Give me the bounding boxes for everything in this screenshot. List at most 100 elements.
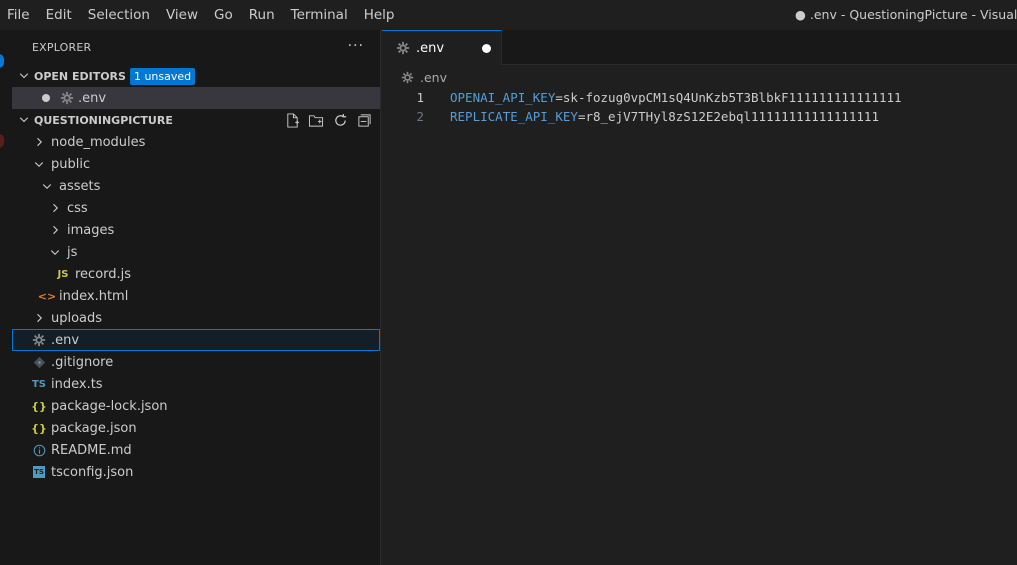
editor-tab-bar: .env: [382, 30, 1017, 65]
tree-item-label: images: [67, 222, 115, 238]
unsaved-badge: 1 unsaved: [129, 67, 196, 85]
file-index-ts[interactable]: TS index.ts: [12, 373, 380, 395]
breadcrumb-file[interactable]: .env: [420, 70, 447, 85]
activity-bar: [0, 30, 12, 565]
explorer-actions: [284, 112, 372, 128]
chevron-down-icon: [16, 112, 32, 128]
open-editor-label: .env: [78, 90, 107, 106]
code-line[interactable]: 2 REPLICATE_API_KEY=r8_ejV7THyl8zS12E2eb…: [382, 107, 1017, 126]
code-editor[interactable]: 1 OPENAI_API_KEY=sk-fozug0vpCM1sQ4UnKzb5…: [382, 88, 1017, 565]
folder-images[interactable]: images: [12, 219, 380, 241]
menu-bar: File Edit Selection View Go Run Terminal…: [0, 0, 402, 30]
env-value: sk-fozug0vpCM1sQ4UnKzb5T3BlbkF1111111111…: [562, 90, 902, 105]
new-folder-icon[interactable]: [308, 112, 324, 128]
menu-terminal[interactable]: Terminal: [283, 0, 356, 30]
file-package-lock-json[interactable]: {} package-lock.json: [12, 395, 380, 417]
activity-indicator-secondary[interactable]: [0, 134, 4, 148]
tree-item-label: css: [67, 200, 88, 216]
folder-public[interactable]: public: [12, 153, 380, 175]
tree-item-label: package.json: [51, 420, 137, 436]
env-key: OPENAI_API_KEY: [450, 90, 556, 105]
file-tsconfig-json[interactable]: TS tsconfig.json: [12, 461, 380, 483]
chevron-right-icon: [47, 222, 63, 238]
folder-js[interactable]: js: [12, 241, 380, 263]
menu-selection[interactable]: Selection: [80, 0, 158, 30]
tree-item-label: .gitignore: [51, 354, 114, 370]
tree-item-label: .env: [51, 332, 80, 348]
chevron-down-icon: [31, 156, 47, 172]
explorer-header: EXPLORER ···: [12, 30, 380, 65]
project-header[interactable]: QUESTIONINGPICTURE: [12, 109, 380, 131]
gear-icon: [31, 332, 47, 348]
more-actions-icon[interactable]: ···: [348, 38, 364, 54]
open-editors-label: OPEN EDITORS: [34, 69, 126, 83]
tree-item-label: index.ts: [51, 376, 103, 392]
file-record-js[interactable]: JS record.js: [12, 263, 380, 285]
code-line[interactable]: 1 OPENAI_API_KEY=sk-fozug0vpCM1sQ4UnKzb5…: [382, 88, 1017, 107]
explorer-title: EXPLORER: [32, 41, 92, 54]
tree-item-label: package-lock.json: [51, 398, 168, 414]
env-key: REPLICATE_API_KEY: [450, 109, 578, 124]
json-icon: {}: [31, 399, 47, 413]
collapse-all-icon[interactable]: [356, 112, 372, 128]
chevron-down-icon: [47, 244, 63, 260]
menu-go[interactable]: Go: [206, 0, 241, 30]
line-number: 2: [416, 109, 424, 124]
gear-icon: [401, 71, 417, 84]
tree-item-label: tsconfig.json: [51, 464, 134, 480]
tree-item-label: README.md: [51, 442, 132, 458]
unsaved-dot-icon[interactable]: [482, 44, 491, 53]
menu-edit[interactable]: Edit: [38, 0, 80, 30]
tab-label: .env: [416, 40, 445, 56]
project-label: QUESTIONINGPICTURE: [34, 113, 173, 127]
file-readme-md[interactable]: README.md: [12, 439, 380, 461]
tree-item-label: node_modules: [51, 134, 146, 150]
unsaved-dot-icon[interactable]: [38, 90, 54, 106]
menu-file[interactable]: File: [0, 0, 38, 30]
info-icon: [31, 442, 47, 458]
refresh-icon[interactable]: [332, 112, 348, 128]
window-title: ● .env - QuestioningPicture - Visual Stu…: [795, 7, 1017, 22]
folder-uploads[interactable]: uploads: [12, 307, 380, 329]
file-env[interactable]: .env: [12, 329, 380, 351]
line-number: 1: [416, 90, 424, 105]
folder-assets[interactable]: assets: [12, 175, 380, 197]
chevron-right-icon: [47, 200, 63, 216]
file-index-html[interactable]: <> index.html: [12, 285, 380, 307]
activity-indicator[interactable]: [0, 54, 4, 68]
explorer-sidebar: EXPLORER ··· OPEN EDITORS 1 unsaved .env…: [12, 30, 381, 565]
code-text[interactable]: REPLICATE_API_KEY=r8_ejV7THyl8zS12E2ebql…: [450, 107, 879, 126]
git-icon: [31, 354, 47, 370]
gear-icon: [59, 90, 75, 106]
chevron-down-icon: [16, 68, 32, 84]
menu-help[interactable]: Help: [356, 0, 403, 30]
title-bar: File Edit Selection View Go Run Terminal…: [0, 0, 1017, 30]
menu-run[interactable]: Run: [241, 0, 283, 30]
js-icon: JS: [57, 268, 69, 280]
tree-item-label: uploads: [51, 310, 103, 326]
html-icon: <>: [37, 289, 57, 303]
file-gitignore[interactable]: .gitignore: [12, 351, 380, 373]
menu-view[interactable]: View: [158, 0, 206, 30]
chevron-right-icon: [31, 134, 47, 150]
new-file-icon[interactable]: [284, 112, 300, 128]
typescript-icon: TS: [31, 378, 47, 390]
open-editor-item[interactable]: .env: [12, 87, 380, 109]
chevron-right-icon: [31, 310, 47, 326]
folder-css[interactable]: css: [12, 197, 380, 219]
env-value: r8_ejV7THyl8zS12E2ebql11111111111111111: [585, 109, 879, 124]
tree-item-label: index.html: [59, 288, 129, 304]
json-icon: {}: [31, 421, 47, 435]
open-editors-header[interactable]: OPEN EDITORS 1 unsaved: [12, 65, 380, 87]
file-package-json[interactable]: {} package.json: [12, 417, 380, 439]
code-text[interactable]: OPENAI_API_KEY=sk-fozug0vpCM1sQ4UnKzb5T3…: [450, 88, 902, 107]
gear-icon: [396, 41, 412, 55]
chevron-down-icon: [39, 178, 55, 194]
tree-item-label: assets: [59, 178, 101, 194]
tab-env[interactable]: .env: [382, 30, 502, 65]
folder-node-modules[interactable]: node_modules: [12, 131, 380, 153]
breadcrumb[interactable]: .env: [382, 66, 1017, 88]
tree-item-label: public: [51, 156, 91, 172]
tsconfig-icon: TS: [33, 466, 45, 478]
tree-item-label: js: [67, 244, 78, 260]
